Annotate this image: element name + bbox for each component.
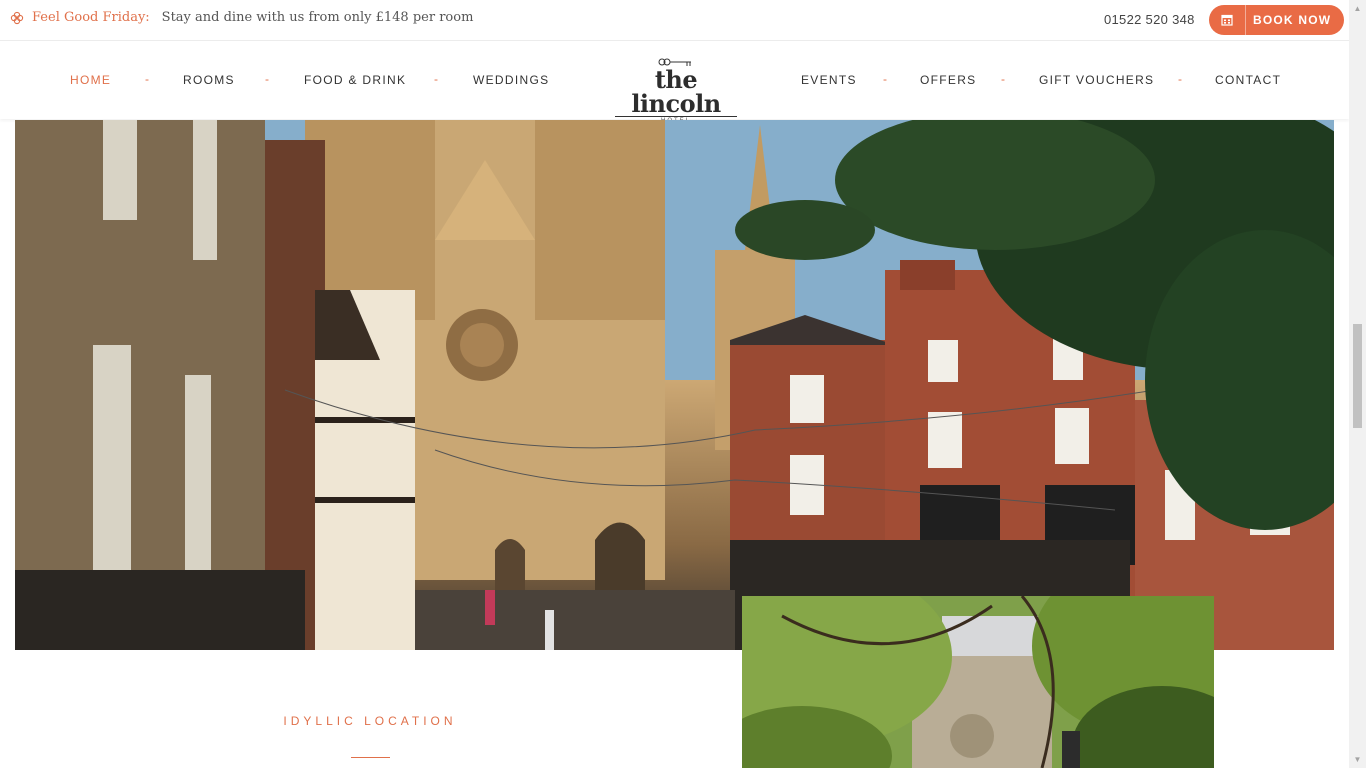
- book-now-button[interactable]: BOOK NOW: [1209, 5, 1344, 35]
- main-nav: HOME - ROOMS - FOOD & DRINK - WEDDINGS t…: [0, 41, 1349, 124]
- nav-contact[interactable]: CONTACT: [1215, 73, 1281, 87]
- hero-image: [15, 120, 1334, 650]
- promo-bar: Feel Good Friday: Stay and dine with us …: [0, 0, 1349, 41]
- scroll-down-arrow-icon[interactable]: ▼: [1349, 751, 1366, 768]
- secondary-image: [742, 596, 1214, 768]
- nav-offers[interactable]: OFFERS: [920, 73, 976, 87]
- nav-home[interactable]: HOME: [70, 73, 111, 87]
- promo-message[interactable]: Feel Good Friday: Stay and dine with us …: [10, 10, 473, 25]
- nav-gift-vouchers[interactable]: GIFT VOUCHERS: [1039, 73, 1154, 87]
- section-title: IDYLLIC LOCATION: [283, 714, 457, 728]
- nav-events[interactable]: EVENTS: [801, 73, 857, 87]
- hotel-logo[interactable]: the lincoln HOTEL: [612, 56, 740, 124]
- nav-separator: -: [434, 72, 438, 86]
- phone-number[interactable]: 01522 520 348: [1104, 12, 1195, 27]
- section-divider: [351, 757, 390, 758]
- scroll-up-arrow-icon[interactable]: ▲: [1349, 0, 1366, 17]
- nav-separator: -: [145, 72, 149, 86]
- promo-highlight: Feel Good Friday:: [32, 10, 150, 25]
- promo-text: Stay and dine with us from only £148 per…: [161, 10, 474, 25]
- flower-icon: [10, 11, 24, 25]
- nav-food-drink[interactable]: FOOD & DRINK: [304, 73, 406, 87]
- calendar-icon: [1209, 5, 1246, 35]
- nav-separator: -: [265, 72, 269, 86]
- nav-separator: -: [1178, 72, 1182, 86]
- nav-separator: -: [1001, 72, 1005, 86]
- scrollbar-thumb[interactable]: [1353, 324, 1362, 428]
- nav-rooms[interactable]: ROOMS: [183, 73, 235, 87]
- nav-separator: -: [883, 72, 887, 86]
- book-now-label: BOOK NOW: [1253, 13, 1332, 27]
- page-scrollbar[interactable]: ▲ ▼: [1349, 0, 1366, 768]
- logo-text: the lincoln: [631, 65, 721, 118]
- nav-weddings[interactable]: WEDDINGS: [473, 73, 549, 87]
